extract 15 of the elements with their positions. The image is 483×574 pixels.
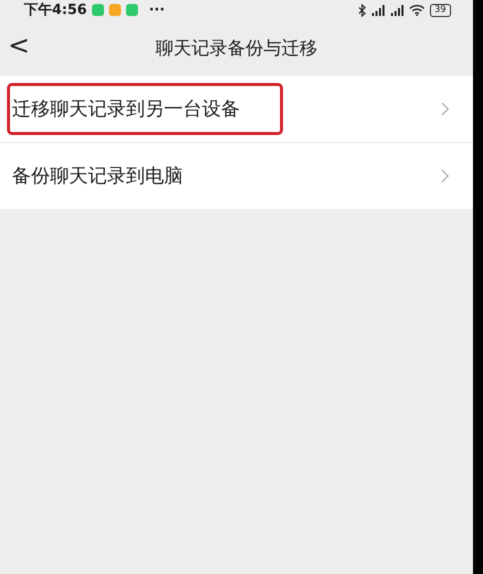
status-time: 下午4:56 [24, 1, 87, 19]
page-title: 聊天记录备份与迁移 [156, 37, 318, 60]
chevron-right-icon [441, 102, 449, 116]
signal-icon [390, 4, 404, 16]
signal-icon [370, 4, 385, 16]
more-notifications: ··· [148, 2, 165, 18]
item-label: 迁移聊天记录到另一台设备 [10, 86, 280, 132]
chevron-right-icon [441, 169, 449, 183]
bluetooth-icon [358, 4, 366, 16]
battery-level: 39 [430, 4, 451, 16]
item-label: 备份聊天记录到电脑 [12, 164, 183, 189]
list-item[interactable]: 备份聊天记录到电脑 [0, 143, 473, 209]
back-button[interactable]: < [0, 31, 30, 65]
wifi-icon [408, 4, 425, 16]
list-item[interactable]: 迁移聊天记录到另一台设备 [0, 76, 473, 142]
